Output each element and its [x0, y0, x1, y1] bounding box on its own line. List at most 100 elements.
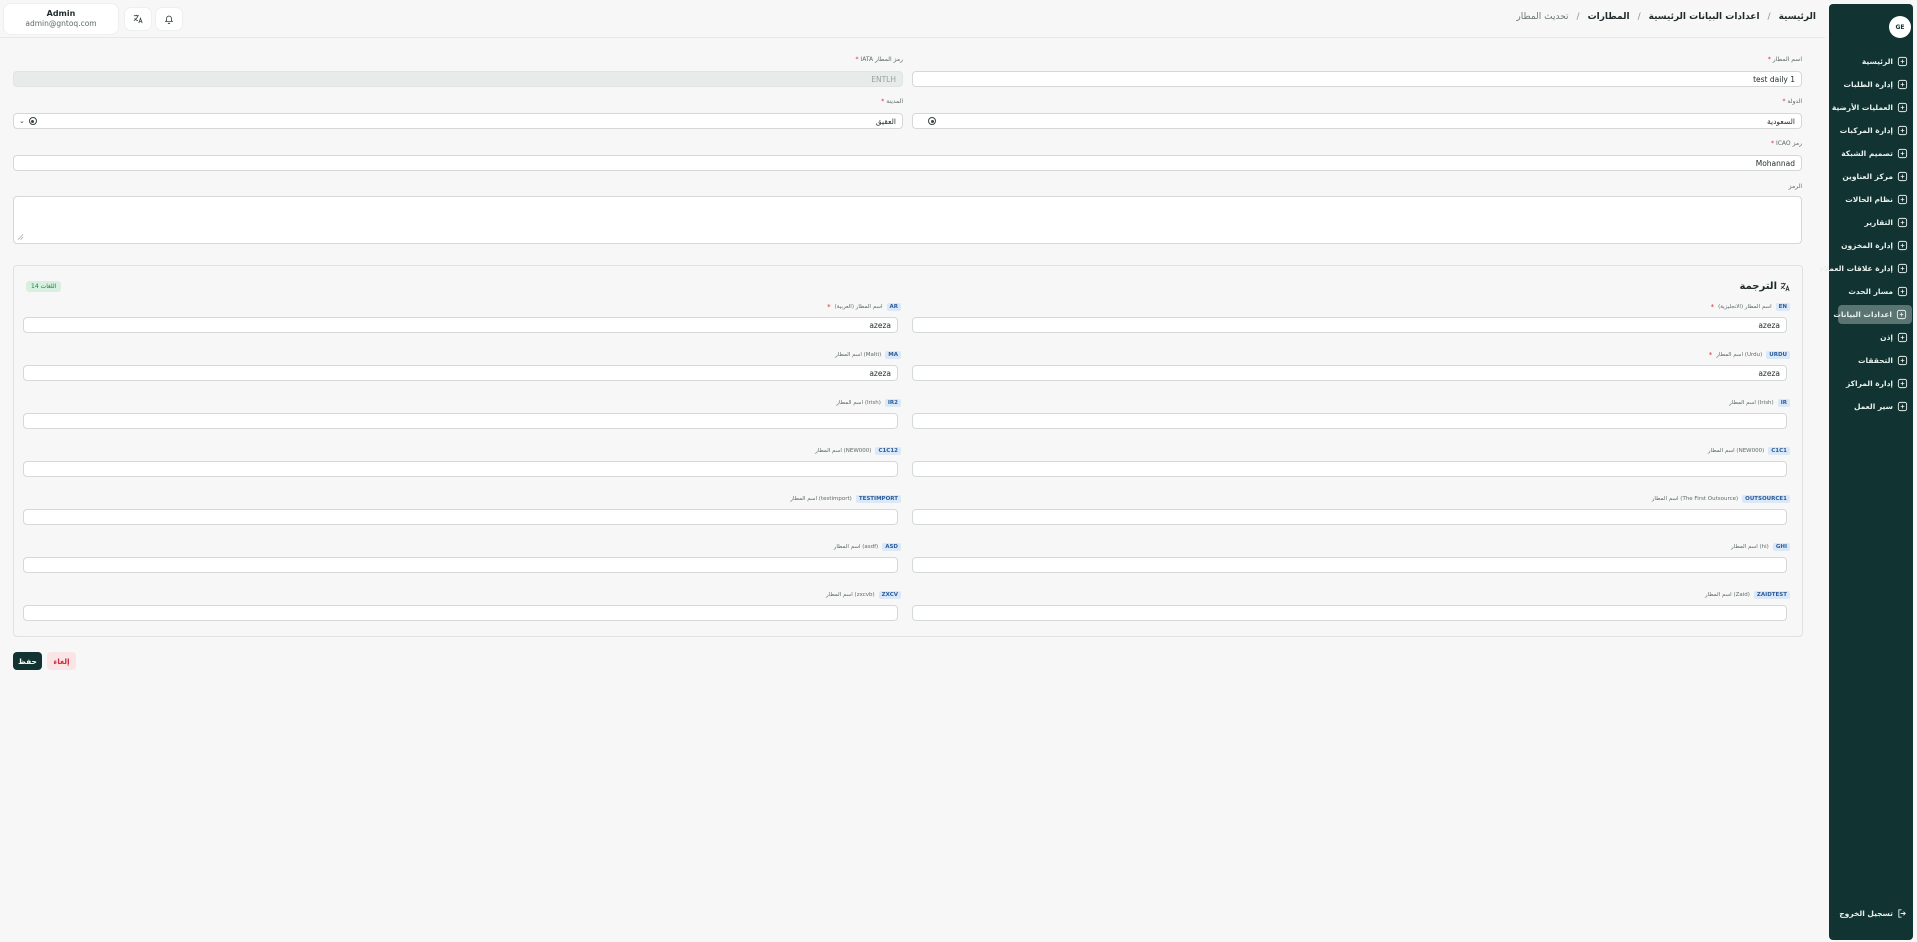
airport-name-input[interactable]: test daily 1: [912, 71, 1802, 87]
translation-input-ghi[interactable]: [912, 557, 1787, 573]
translation-input-ir[interactable]: [912, 413, 1787, 429]
translate-button[interactable]: [125, 8, 151, 30]
crm-icon: [1897, 263, 1908, 274]
language-code-badge: EN: [1775, 303, 1790, 311]
sidebar-item-crm[interactable]: إدارة علاقات العملاء: [1820, 259, 1913, 278]
notifications-button[interactable]: [156, 8, 182, 30]
inventory-icon: [1897, 240, 1908, 251]
sidebar-item-label: سير العمل: [1853, 402, 1893, 411]
sidebar-item-label: إذن: [1880, 333, 1893, 342]
sidebar-item-reports[interactable]: التقارير: [1838, 213, 1913, 232]
sidebar-item-label: إدارة علاقات العملاء: [1819, 264, 1893, 273]
translation-input-ir2[interactable]: [23, 413, 898, 429]
translate-icon: [1780, 282, 1790, 291]
translation-input-c1c1[interactable]: [912, 461, 1787, 477]
translation-label-text: اسم المطار (hi): [1730, 544, 1769, 550]
save-button[interactable]: حفظ: [13, 652, 42, 670]
sidebar-item-address[interactable]: مركز العناوين: [1838, 167, 1913, 186]
breadcrumb-master-data[interactable]: اعدادات البيانات الرئيسية: [1649, 12, 1760, 22]
sidebar-item-inventory[interactable]: إدارة المخزون: [1838, 236, 1913, 255]
reports-icon: [1897, 217, 1908, 228]
sidebar-item-route[interactable]: مسار الحدث: [1838, 282, 1913, 301]
translation-input-testimport[interactable]: [23, 509, 898, 525]
user-email: admin@gntoq.com: [25, 19, 97, 28]
sidebar-item-orders[interactable]: إدارة الطلبات: [1838, 75, 1913, 94]
resize-handle-icon[interactable]: [16, 233, 24, 241]
translation-label: C1C12 اسم المطار (NEW000): [815, 447, 901, 455]
workflow-icon: [1897, 401, 1908, 412]
ground-ops-icon: [1897, 102, 1908, 113]
chevron-down-icon[interactable]: ⌄: [19, 117, 25, 125]
sidebar-item-centers[interactable]: إدارة المراكز: [1838, 374, 1913, 393]
translation-label: ZXCV اسم المطار (zxcvb): [826, 591, 901, 599]
app-logo[interactable]: GE: [1889, 16, 1911, 38]
country-select[interactable]: السعودية: [912, 113, 1802, 129]
required-marker: *: [1708, 351, 1713, 359]
logout-icon: [1898, 908, 1906, 918]
route-icon: [1897, 286, 1908, 297]
city-label: المدينة *: [881, 98, 903, 105]
translation-input-urdu[interactable]: azeza: [912, 365, 1787, 381]
sidebar-item-truck[interactable]: إدارة المركبات: [1838, 121, 1913, 140]
country-label: الدولة *: [1782, 98, 1802, 105]
sidebar-item-users[interactable]: إذن: [1838, 328, 1913, 347]
sidebar-item-workflow[interactable]: سير العمل: [1838, 397, 1913, 416]
centers-icon: [1897, 378, 1908, 389]
sidebar-item-database[interactable]: اعدادات البيانات: [1833, 305, 1912, 324]
breadcrumb-home[interactable]: الرئيسية: [1779, 12, 1816, 22]
country-value: السعودية: [1766, 116, 1795, 126]
icao-label: رمز ICAO *: [1771, 140, 1802, 147]
sidebar-item-dashboard[interactable]: الرئيسية: [1838, 52, 1913, 71]
sidebar-item-ground-ops[interactable]: العمليات الأرضية: [1832, 98, 1913, 117]
language-code-badge: ZXCV: [878, 591, 901, 599]
translation-input-zxcv[interactable]: [23, 605, 898, 621]
logout-button[interactable]: تسجيل الخروج: [1838, 904, 1913, 922]
truck-icon: [1897, 125, 1908, 136]
dashboard-icon: [1897, 56, 1908, 67]
users-icon: [1897, 332, 1908, 343]
translate-icon: [133, 14, 143, 24]
translation-label-text: اسم المطار (The First Outsource): [1651, 496, 1739, 502]
clear-icon[interactable]: [28, 117, 37, 125]
clear-icon[interactable]: [928, 117, 936, 125]
address-icon: [1897, 171, 1908, 182]
sidebar-item-status[interactable]: نظام الحالات: [1838, 190, 1913, 209]
sidebar: GE الرئيسية إدارة الطلبات العمليات الأرضية…: [1820, 4, 1913, 940]
notes-textarea[interactable]: [13, 196, 1802, 244]
translation-label: GHI اسم المطار (hi): [1731, 543, 1790, 551]
database-icon: [1896, 309, 1907, 320]
translation-input-ar[interactable]: azeza: [23, 317, 898, 333]
translation-input-outsource1[interactable]: [912, 509, 1787, 525]
languages-count-badge: 14 اللغات: [26, 281, 62, 292]
language-code-badge: C1C12: [875, 447, 901, 455]
translation-label: IR2 اسم المطار (Irish): [836, 399, 901, 407]
translation-label: ZAIDTEST اسم المطار (Zaid): [1705, 591, 1790, 599]
language-code-badge: ASD: [882, 543, 901, 551]
sidebar-item-label: إدارة الطلبات: [1843, 80, 1893, 89]
translation-label: ASD اسم المطار (asdf): [834, 543, 901, 551]
translation-input-zaidtest[interactable]: [912, 605, 1787, 621]
sidebar-item-label: التقارير: [1864, 218, 1893, 227]
airport-name-label: اسم المطار *: [1767, 56, 1802, 63]
breadcrumb-current: تحديث المطار: [1516, 12, 1569, 22]
translation-label: AR اسم المطار (العربية) *: [827, 303, 901, 311]
translation-input-c1c12[interactable]: [23, 461, 898, 477]
sidebar-item-validation[interactable]: التحققات: [1838, 351, 1913, 370]
translation-label: C1C1 اسم المطار (NEW000): [1708, 447, 1790, 455]
top-bar: Admin admin@gntoq.com الرئيسية / اعدادات…: [0, 0, 1825, 38]
sidebar-item-label: إدارة المراكز: [1845, 379, 1893, 388]
city-value: العقيق: [875, 116, 896, 126]
city-select[interactable]: العقيق ⌄: [13, 113, 903, 129]
translation-input-en[interactable]: azeza: [912, 317, 1787, 333]
user-card[interactable]: Admin admin@gntoq.com: [4, 4, 118, 34]
breadcrumb-airports[interactable]: المطارات: [1588, 12, 1630, 22]
sidebar-item-network[interactable]: تصميم الشبكة: [1838, 144, 1913, 163]
cancel-button[interactable]: إلغاء: [47, 652, 76, 670]
language-code-badge: IR2: [884, 399, 901, 407]
language-code-badge: AR: [886, 303, 901, 311]
icao-input[interactable]: Mohannad: [13, 155, 1802, 171]
translation-input-asd[interactable]: [23, 557, 898, 573]
translation-label-text: اسم المطار (asdf): [833, 544, 879, 550]
required-marker: *: [827, 303, 831, 311]
translation-input-ma[interactable]: azeza: [23, 365, 898, 381]
